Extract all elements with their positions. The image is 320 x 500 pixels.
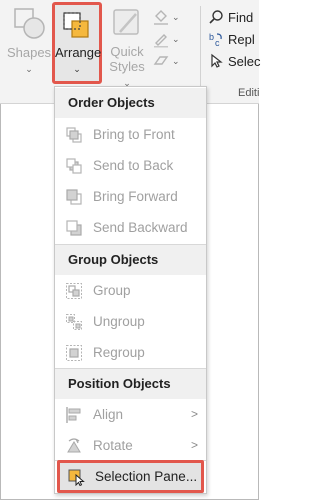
section-header-position-objects: Position Objects <box>55 369 206 399</box>
quick-styles-label-line2: Styles <box>109 59 145 74</box>
find-label: Find <box>228 9 254 25</box>
menu-item-send-backward[interactable]: Send Backward <box>55 212 206 243</box>
ungroup-icon <box>66 313 82 330</box>
group-icon <box>66 282 82 299</box>
shape-effects-icon <box>153 56 169 65</box>
regroup-icon <box>66 344 82 361</box>
chevron-down-icon: ⌄ <box>172 11 180 22</box>
ribbon-group-divider <box>200 6 201 90</box>
select-button[interactable]: Selec <box>208 50 268 72</box>
quick-styles-label-line1: Quick <box>110 44 144 59</box>
shapes-icon <box>14 8 45 39</box>
select-label: Selec <box>228 53 261 69</box>
editing-group-label: Editi <box>238 87 260 99</box>
send-backward-icon <box>66 219 82 236</box>
menu-item-label: Align <box>93 407 124 422</box>
menu-item-regroup[interactable]: Regroup <box>55 337 206 368</box>
menu-item-label: Bring to Front <box>93 127 175 142</box>
pencil-icon <box>154 34 168 48</box>
arrange-icon <box>63 12 89 38</box>
svg-text:b: b <box>209 32 214 42</box>
cursor-arrow-icon <box>211 53 223 68</box>
chevron-down-icon: ⌄ <box>73 64 81 74</box>
paint-bucket-icon <box>154 10 168 25</box>
chevron-right-icon: > <box>190 407 198 421</box>
arrange-button[interactable]: Arrange ⌄ <box>52 2 102 84</box>
menu-item-send-to-back[interactable]: Send to Back <box>55 150 206 181</box>
editing-group: Find b c Repl Selec <box>208 6 268 72</box>
shape-fill-button[interactable]: ⌄ <box>152 6 194 28</box>
rotate-icon <box>67 437 81 452</box>
menu-item-group[interactable]: Group <box>55 275 206 306</box>
replace-icon: b c <box>209 32 222 47</box>
menu-item-label: Selection Pane... <box>95 469 198 484</box>
menu-item-label: Regroup <box>93 345 145 360</box>
menu-item-label: Group <box>93 283 131 298</box>
menu-item-bring-to-front[interactable]: Bring to Front <box>55 119 206 150</box>
search-icon <box>209 10 223 24</box>
send-to-back-icon <box>66 157 82 174</box>
chevron-down-icon: ⌄ <box>172 55 180 66</box>
menu-item-label: Ungroup <box>93 314 145 329</box>
chevron-down-icon: ⌄ <box>25 64 33 74</box>
shape-outline-button[interactable]: ⌄ <box>152 28 194 50</box>
menu-item-align[interactable]: Align > <box>55 399 206 430</box>
menu-item-label: Send to Back <box>93 158 174 173</box>
menu-item-label: Send Backward <box>93 220 188 235</box>
arrange-label: Arrange <box>55 45 102 60</box>
menu-item-rotate[interactable]: Rotate > <box>55 430 206 461</box>
chevron-right-icon: > <box>190 438 198 452</box>
menu-item-ungroup[interactable]: Ungroup <box>55 306 206 337</box>
find-button[interactable]: Find <box>208 6 268 28</box>
shapes-label: Shapes <box>6 45 52 60</box>
shapes-button[interactable]: Shapes ⌄ <box>6 4 52 77</box>
menu-item-selection-pane[interactable]: Selection Pane... <box>57 460 204 493</box>
menu-item-label: Bring Forward <box>93 189 178 204</box>
quick-styles-button[interactable]: Quick Styles ⌄ <box>104 4 150 91</box>
align-icon <box>66 406 81 423</box>
replace-button[interactable]: b c Repl <box>208 28 268 50</box>
section-header-order-objects: Order Objects <box>55 88 206 118</box>
chevron-down-icon: ⌄ <box>172 33 180 44</box>
shape-effects-button[interactable]: ⌄ <box>152 50 194 72</box>
svg-text:c: c <box>215 38 220 47</box>
bring-forward-icon <box>66 188 82 205</box>
bring-to-front-icon <box>66 126 82 143</box>
shape-format-buttons: ⌄ ⌄ ⌄ <box>152 6 194 72</box>
menu-item-bring-forward[interactable]: Bring Forward <box>55 181 206 212</box>
selection-pane-icon <box>68 469 85 486</box>
replace-label: Repl <box>228 31 255 47</box>
quick-styles-icon <box>113 9 139 35</box>
menu-item-label: Rotate <box>93 438 133 453</box>
section-header-group-objects: Group Objects <box>55 245 206 275</box>
arrange-dropdown-menu: Order Objects Bring to Front Send to Bac… <box>54 86 207 494</box>
